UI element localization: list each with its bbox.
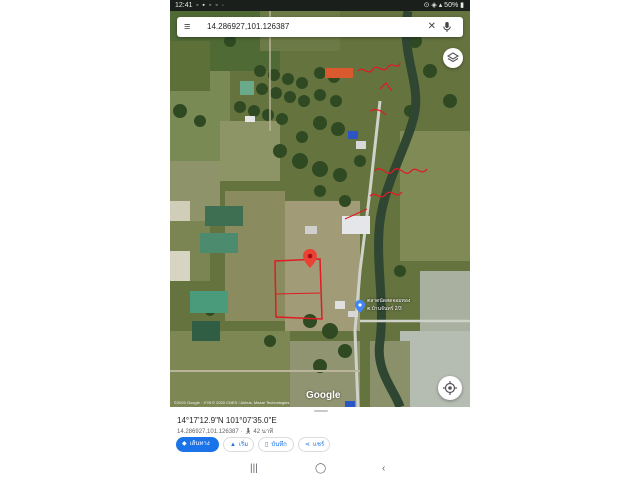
microphone-icon[interactable]: [441, 21, 453, 33]
navigation-arrow-icon: ▲: [230, 442, 236, 448]
share-label: แชร์: [313, 442, 325, 448]
travel-time: 42 นาที: [253, 429, 274, 435]
place-label-line-2: ต.บ้านจันทร์ 2/3: [367, 306, 402, 312]
my-location-button[interactable]: [438, 376, 462, 400]
start-button[interactable]: ▲ เริ่ม: [223, 437, 254, 452]
save-label: บันทึก: [271, 442, 287, 448]
walking-icon: 🚶︎: [244, 429, 252, 435]
directions-icon: ◆: [182, 441, 187, 447]
search-input[interactable]: 14.286927,101.126387: [207, 21, 289, 33]
phone-screen: 12:41 ◦ ▪ ◦ ◦ · ⊙ ◈ ▴ 50% ▮ ตลาดนัดสดจอม…: [170, 0, 470, 480]
hamburger-icon[interactable]: ≡: [184, 20, 190, 34]
my-location-icon: [443, 381, 457, 395]
save-button[interactable]: ▯ บันทึก: [258, 437, 294, 452]
coordinates-title: 14°17'12.9"N 101°07'35.0"E: [177, 416, 277, 425]
share-button[interactable]: ⋖ แชร์: [298, 437, 330, 452]
status-icons: ⊙ ◈ ▴: [423, 2, 445, 9]
search-bar[interactable]: ≡ 14.286927,101.126387 ✕: [177, 17, 463, 37]
layers-icon: [446, 52, 460, 63]
notification-icons: ◦ ▪ ◦ ◦ ·: [196, 2, 226, 9]
battery-icon: ▮: [460, 2, 464, 9]
system-nav-bar: ||| ◯ ‹: [170, 458, 470, 480]
google-logo: Google: [306, 390, 341, 401]
status-right: ⊙ ◈ ▴ 50% ▮: [424, 0, 464, 11]
place-label-line-1: ตลาดนัดสดจอมทอง: [367, 298, 411, 304]
layers-button[interactable]: [443, 48, 463, 68]
share-icon: ⋖: [305, 442, 311, 448]
place-label[interactable]: ตลาดนัดสดจอมทอง ต.บ้านจันทร์ 2/3: [367, 297, 410, 313]
place-subline: 14.286927,101.126387 · 🚶︎ 42 นาที: [177, 426, 273, 436]
sheet-drag-handle[interactable]: [314, 410, 328, 412]
home-icon[interactable]: ◯: [315, 462, 326, 476]
directions-label: เส้นทาง: [189, 441, 210, 447]
recent-apps-icon[interactable]: |||: [250, 462, 258, 476]
satellite-map[interactable]: ตลาดนัดสดจอมทอง ต.บ้านจันทร์ 2/3: [170, 11, 470, 407]
bookmark-icon: ▯: [265, 442, 269, 448]
close-icon[interactable]: ✕: [428, 20, 436, 33]
battery-level: 50%: [444, 2, 459, 9]
directions-button[interactable]: ◆ เส้นทาง: [176, 437, 219, 452]
status-bar: 12:41 ◦ ▪ ◦ ◦ · ⊙ ◈ ▴ 50% ▮: [170, 0, 470, 11]
start-label: เริ่ม: [238, 442, 249, 448]
satellite-imagery: [170, 11, 470, 407]
back-icon[interactable]: ‹: [382, 462, 385, 476]
map-copyright: ©2020 Google · ภาพ © 2020 CNES / Airbus,…: [174, 400, 290, 405]
coordinates-decimal: 14.286927,101.126387: [177, 429, 239, 435]
status-time: 12:41: [175, 2, 193, 9]
